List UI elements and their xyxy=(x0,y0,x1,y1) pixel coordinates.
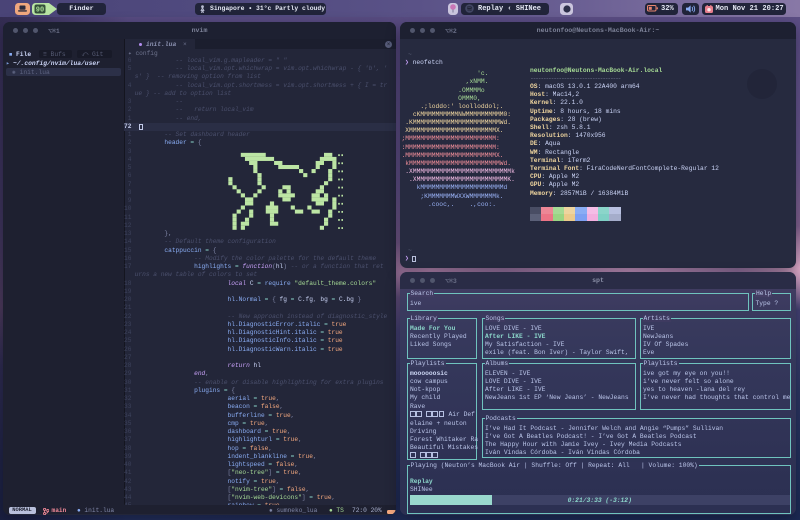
svg-text:90: 90 xyxy=(36,6,44,14)
